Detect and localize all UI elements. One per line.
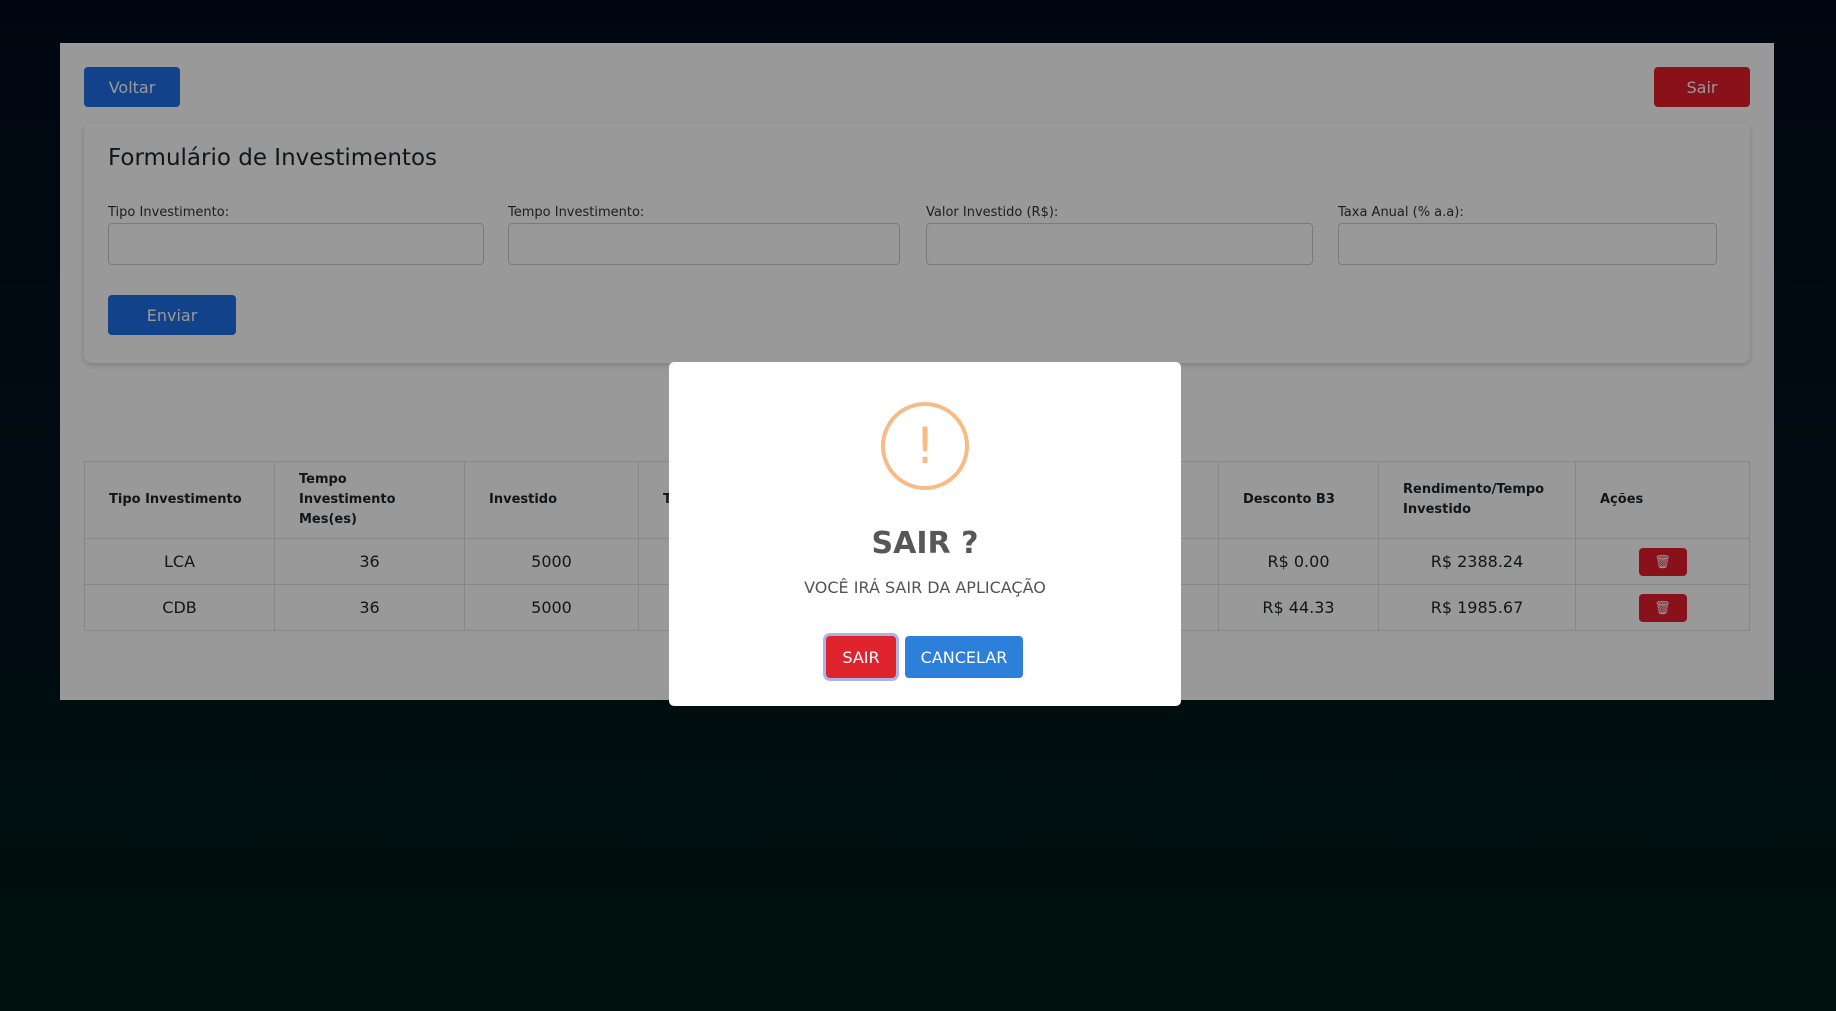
dialog-title: SAIR ? [871, 526, 979, 561]
confirm-dialog: ! SAIR ? VOCÊ IRÁ SAIR DA APLICAÇÃO SAIR… [669, 362, 1181, 706]
confirm-logout-button[interactable]: SAIR [826, 636, 896, 678]
dialog-message: VOCÊ IRÁ SAIR DA APLICAÇÃO [804, 578, 1046, 597]
cancel-button[interactable]: CANCELAR [905, 636, 1023, 678]
warning-icon: ! [881, 402, 969, 490]
